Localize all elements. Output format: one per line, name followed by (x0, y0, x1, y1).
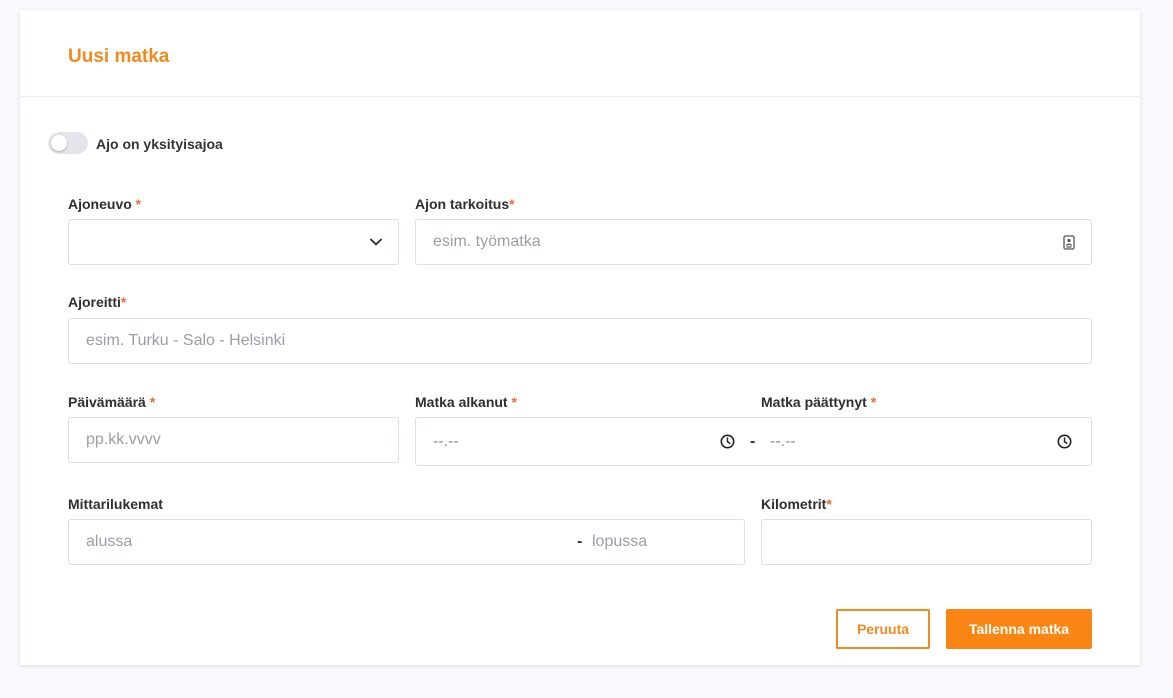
purpose-label-text: Ajon tarkoitus (415, 196, 510, 212)
start-time-label: Matka alkanut * (415, 394, 517, 410)
vehicle-label: Ajoneuvo * (68, 196, 141, 212)
date-placeholder: pp.kk.vvvv (86, 431, 161, 448)
end-time-label-text: Matka päättynyt (761, 394, 867, 410)
odometer-separator: - (577, 533, 583, 550)
odometer-label: Mittarilukemat (68, 496, 163, 512)
private-trip-label: Ajo on yksityisajoa (96, 136, 223, 152)
route-label-text: Ajoreitti (68, 294, 121, 310)
purpose-placeholder: esim. työmatka (433, 233, 541, 250)
route-placeholder: esim. Turku - Salo - Helsinki (86, 332, 286, 349)
purpose-input[interactable]: esim. työmatka (415, 219, 1092, 265)
odometer-start-input[interactable]: alussa (86, 520, 132, 564)
date-label: Päivämäärä * (68, 394, 155, 410)
route-input[interactable]: esim. Turku - Salo - Helsinki (68, 318, 1092, 364)
date-label-text: Päivämäärä (68, 394, 146, 410)
page-title: Uusi matka (68, 46, 170, 67)
contact-card-icon (1063, 220, 1075, 264)
time-separator: - (750, 432, 756, 450)
kilometers-input[interactable] (761, 519, 1092, 565)
toggle-knob (51, 135, 67, 151)
required-mark: * (149, 394, 156, 410)
required-mark: * (511, 394, 517, 410)
vehicle-label-text: Ajoneuvo (68, 196, 132, 212)
required-mark: * (135, 196, 142, 212)
odometer-field: alussa - lopussa (68, 519, 745, 565)
end-time-input[interactable]: --.-- (770, 418, 796, 465)
date-input[interactable]: pp.kk.vvvv (68, 417, 399, 463)
end-time-label: Matka päättynyt * (761, 394, 876, 410)
vehicle-select[interactable] (68, 219, 399, 265)
required-mark: * (120, 294, 127, 310)
kilometers-label-text: Kilometrit (761, 496, 827, 512)
save-trip-button[interactable]: Tallenna matka (946, 609, 1092, 649)
clock-icon[interactable] (1057, 418, 1072, 465)
cancel-button[interactable]: Peruuta (836, 609, 930, 649)
kilometers-label: Kilometrit* (761, 496, 832, 512)
required-mark: * (509, 196, 515, 212)
start-time-label-text: Matka alkanut (415, 394, 508, 410)
odometer-end-input[interactable]: lopussa (592, 520, 647, 564)
required-mark: * (870, 394, 877, 410)
start-time-input[interactable]: --.-- (433, 418, 459, 465)
chevron-down-icon (370, 220, 382, 264)
private-trip-toggle[interactable] (48, 132, 88, 154)
required-mark: * (826, 496, 832, 512)
time-range-field: --.-- - --.-- (415, 417, 1092, 466)
clock-icon[interactable] (720, 418, 735, 465)
purpose-label: Ajon tarkoitus* (415, 196, 515, 212)
route-label: Ajoreitti* (68, 294, 126, 310)
card-header: Uusi matka (20, 10, 1140, 97)
